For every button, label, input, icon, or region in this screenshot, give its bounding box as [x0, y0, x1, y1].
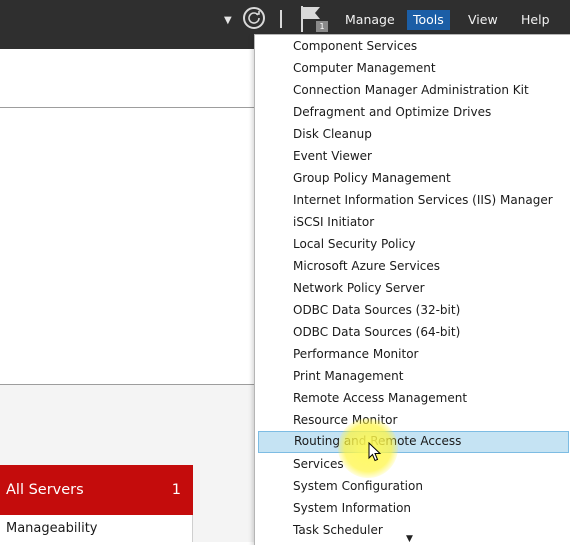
manage-menu[interactable]: Manage: [339, 10, 401, 30]
menu-item-disk-cleanup[interactable]: Disk Cleanup: [258, 124, 569, 144]
menu-item-system-information[interactable]: System Information: [258, 498, 569, 518]
menu-item-print-management[interactable]: Print Management: [258, 366, 569, 386]
menu-item-system-configuration[interactable]: System Configuration: [258, 476, 569, 496]
menu-item-connection-manager-admin-kit[interactable]: Connection Manager Administration Kit: [258, 80, 569, 100]
menu-item-computer-management[interactable]: Computer Management: [258, 58, 569, 78]
menu-item-performance-monitor[interactable]: Performance Monitor: [258, 344, 569, 364]
menu-item-resource-monitor[interactable]: Resource Monitor: [258, 410, 569, 430]
menu-scroll-down-icon[interactable]: ▼: [406, 534, 413, 544]
menu-item-iis-manager[interactable]: Internet Information Services (IIS) Mana…: [258, 190, 569, 210]
menu-item-defragment-drives[interactable]: Defragment and Optimize Drives: [258, 102, 569, 122]
all-servers-label: All Servers: [6, 482, 84, 498]
menu-item-odbc-32[interactable]: ODBC Data Sources (32-bit): [258, 300, 569, 320]
menu-item-iscsi-initiator[interactable]: iSCSI Initiator: [258, 212, 569, 232]
toolbar-separator: [280, 10, 282, 28]
menu-item-remote-access-management[interactable]: Remote Access Management: [258, 388, 569, 408]
dropdown-arrow-icon[interactable]: ▼: [224, 15, 232, 26]
menu-item-local-security-policy[interactable]: Local Security Policy: [258, 234, 569, 254]
all-servers-count: 1: [171, 482, 181, 498]
refresh-icon[interactable]: [243, 7, 265, 29]
manageability-row[interactable]: Manageability: [0, 515, 193, 542]
menu-item-routing-remote-access[interactable]: Routing and Remote Access: [258, 431, 569, 453]
tools-dropdown-menu: Component Services Computer Management C…: [254, 34, 570, 545]
menu-item-task-scheduler[interactable]: Task Scheduler: [258, 520, 569, 540]
tools-menu[interactable]: Tools: [407, 10, 450, 30]
help-menu[interactable]: Help: [515, 10, 556, 30]
menu-item-microsoft-azure-services[interactable]: Microsoft Azure Services: [258, 256, 569, 276]
panel-divider: [0, 107, 254, 108]
menu-item-event-viewer[interactable]: Event Viewer: [258, 146, 569, 166]
manageability-label: Manageability: [6, 521, 98, 536]
menu-item-component-services[interactable]: Component Services: [258, 36, 569, 56]
menu-item-odbc-64[interactable]: ODBC Data Sources (64-bit): [258, 322, 569, 342]
view-menu[interactable]: View: [462, 10, 504, 30]
menu-item-network-policy-server[interactable]: Network Policy Server: [258, 278, 569, 298]
all-servers-tile[interactable]: All Servers 1: [0, 465, 193, 515]
notification-count-badge: 1: [316, 21, 328, 32]
menu-item-services[interactable]: Services: [258, 454, 569, 474]
menu-item-group-policy-management[interactable]: Group Policy Management: [258, 168, 569, 188]
